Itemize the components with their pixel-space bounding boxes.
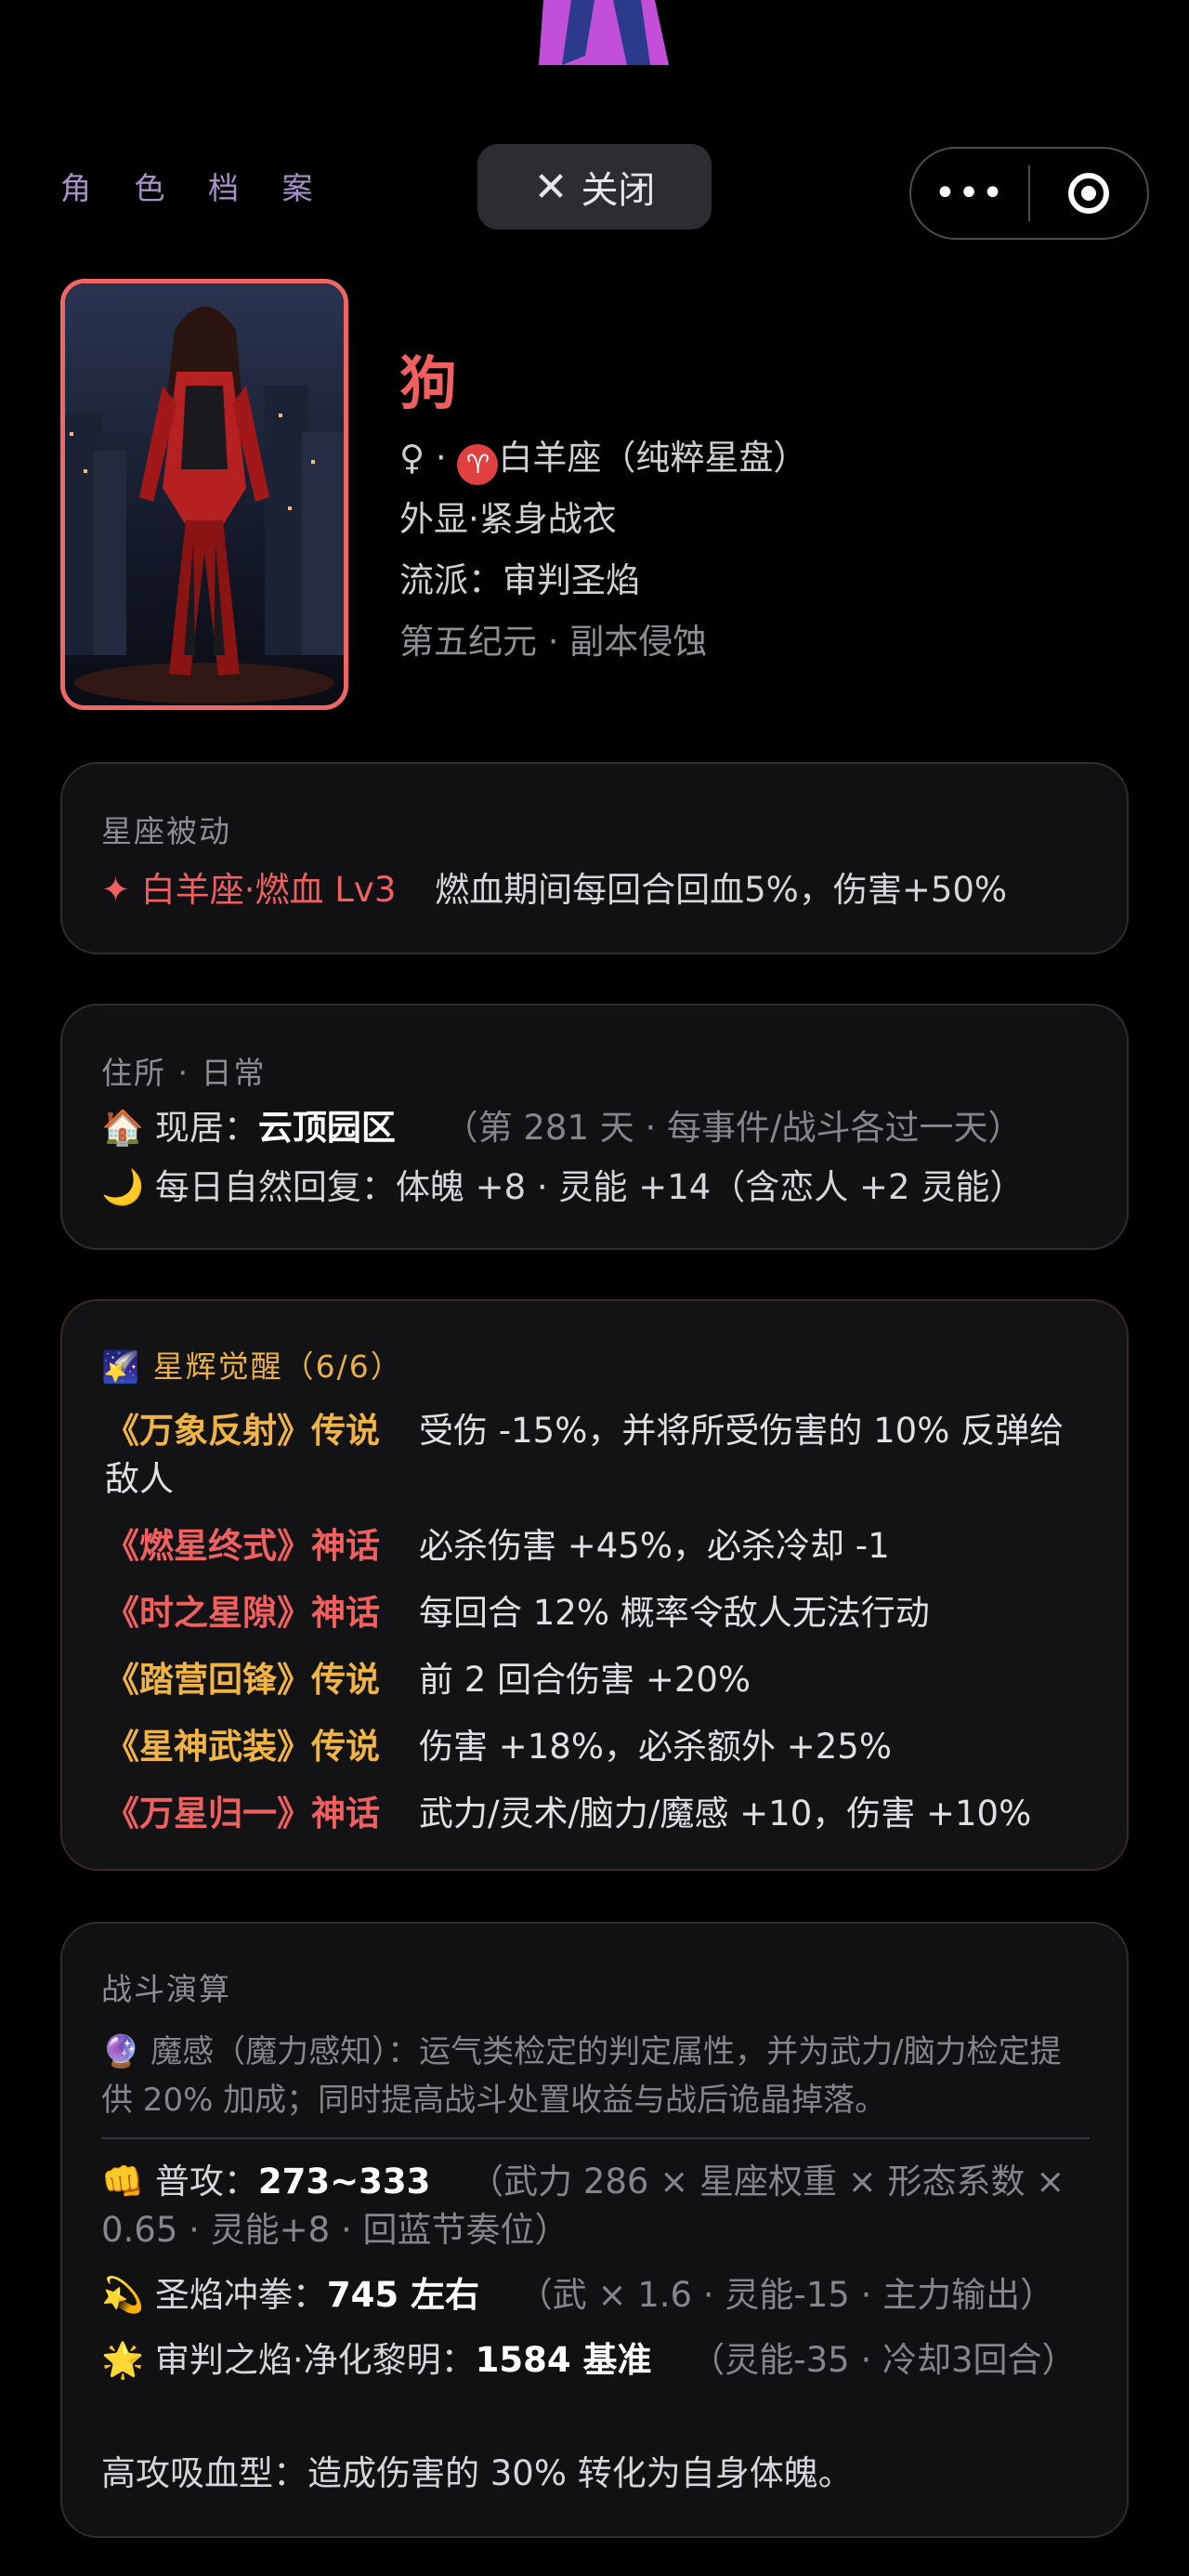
passive-desc: 燃血期间每回合回血5%，伤害+50% [435,870,1008,910]
page-title: 角 色 档 案 [60,170,330,206]
sparkle-icon: ✦ [101,870,131,910]
close-button[interactable]: ✕ 关闭 [477,144,712,230]
attack-note: （灵能-35 · 冷却3回合） [690,2340,1077,2380]
house-icon: 🏠 [101,1108,145,1148]
portrait-image [65,283,344,705]
attack-value: 745 左右 [326,2275,479,2315]
attack-line: 🌟 审判之焰·净化黎明：1584 基准 （灵能-35 · 冷却3回合） [101,2336,1091,2385]
attack-label: 圣焰冲拳： [154,2275,327,2315]
recovery-line: 🌙 每日自然回复：体魄 +8 · 灵能 +14（含恋人 +2 灵能） [101,1163,1091,1212]
awakening-item: 《星神武装》传说 伤害 +18%，必杀额外 +25% [105,1723,1090,1771]
awakening-item: 《时之星隙》神话 每回合 12% 概率令敌人无法行动 [105,1589,1090,1637]
awakening-tag: 《时之星隙》神话 [105,1593,380,1633]
star-icon: 🌟 [101,2340,145,2380]
attack-label: 普攻： [154,2162,258,2201]
target-icon [1068,173,1109,214]
magic-desc-line: 🔮 魔感（魔力感知）：运气类检定的判定属性，并为武力/脑力检定提供 20% 加成… [101,2028,1091,2124]
attack-value: 1584 基准 [475,2340,652,2380]
awakening-item: 《万星归一》神话 武力/灵术/脑力/魔感 +10，伤害 +10% [105,1790,1090,1838]
magic-desc: 魔感（魔力感知）：运气类检定的判定属性，并为武力/脑力检定提供 20% 加成；同… [101,2033,1062,2119]
more-options-button[interactable]: ••• [911,172,1028,215]
shooting-star-icon: 🌠 [101,1348,142,1385]
awakening-card: 🌠 星辉觉醒（6/6） 《万象反射》传说 受伤 -15%，并将所受伤害的 10% … [60,1299,1129,1871]
fist-icon: 👊 [101,2162,145,2201]
attack-line: 👊 普攻：273~333 （武力 286 × 星座权重 × 形态系数 × 0.6… [101,2158,1091,2254]
awakening-tag: 《踏营回锋》传说 [105,1660,380,1700]
awakening-desc: 必杀伤害 +45%，必杀冷却 -1 [419,1526,890,1566]
appearance-label: 外显·紧身战衣 [399,499,617,539]
era-label: 第五纪元 · 副本侵蚀 [399,622,708,662]
dizzy-star-icon: 💫 [101,2275,145,2315]
attack-value: 273~333 [257,2162,431,2201]
section-divider [101,2137,1090,2139]
attack-note: （武 × 1.6 · 灵能-15 · 主力输出） [517,2275,1055,2315]
battle-card: 战斗演算 🔮 魔感（魔力感知）：运气类检定的判定属性，并为武力/脑力检定提供 2… [60,1922,1129,2538]
character-portrait[interactable] [60,279,348,710]
home-label: 现居： [154,1108,258,1148]
close-label: 关闭 [581,169,656,212]
close-icon: ✕ [533,163,568,211]
awakening-title-text: 星辉觉醒（6/6） [152,1348,403,1385]
exit-button[interactable] [1030,173,1147,214]
awakening-tag: 《万星归一》神话 [105,1794,380,1833]
residence-title: 住所 · 日常 [101,1055,267,1091]
awakening-desc: 前 2 回合伤害 +20% [419,1660,751,1700]
passive-card: 星座被动 ✦ 白羊座·燃血 Lv3 燃血期间每回合回血5%，伤害+50% [60,762,1129,954]
home-note: （第 281 天 · 每事件/战斗各过一天） [443,1108,1023,1148]
passive-line: ✦ 白羊座·燃血 Lv3 燃血期间每回合回血5%，伤害+50% [101,866,1091,914]
awakening-desc: 武力/灵术/脑力/魔感 +10，伤害 +10% [419,1794,1032,1833]
awakening-tag: 《星神武装》传说 [105,1727,380,1767]
attack-line: 💫 圣焰冲拳：745 左右 （武 × 1.6 · 灵能-15 · 主力输出） [101,2271,1091,2320]
recovery-text: 每日自然回复：体魄 +8 · 灵能 +14（含恋人 +2 灵能） [154,1167,1025,1207]
zodiac-line: ♀ · ♈ 白羊座（纯粹星盘） [399,429,807,485]
attack-label: 审判之焰·净化黎明： [154,2340,476,2380]
zodiac-label: 白羊座（纯粹星盘） [498,438,808,478]
top-gem-decoration [539,0,669,65]
residence-card: 住所 · 日常 🏠 现居：云顶园区 （第 281 天 · 每事件/战斗各过一天）… [60,1004,1129,1250]
school-label: 流派：审判圣焰 [399,560,640,600]
awakening-tag: 《万象反射》传说 [105,1411,380,1451]
battle-footer: 高攻吸血型：造成伤害的 30% 转化为自身体魄。 [101,2453,853,2493]
awakening-item: 《燃星终式》神话 必杀伤害 +45%，必杀冷却 -1 [105,1522,1090,1571]
gender-symbol: ♀ [399,438,425,478]
home-value: 云顶园区 [257,1108,396,1148]
character-name: 狗 [399,349,458,417]
miniprogram-capsule: ••• [909,147,1149,240]
awakening-desc: 每回合 12% 概率令敌人无法行动 [419,1593,930,1633]
aries-icon: ♈ [457,444,499,485]
passive-name: 白羊座·燃血 Lv3 [140,870,397,910]
home-line: 🏠 现居：云顶园区 （第 281 天 · 每事件/战斗各过一天） [101,1104,1091,1152]
awakening-item: 《万象反射》传说 受伤 -15%，并将所受伤害的 10% 反弹给敌人 [105,1407,1090,1504]
awakening-desc: 伤害 +18%，必杀额外 +25% [419,1727,893,1767]
awakening-title: 🌠 星辉觉醒（6/6） [101,1342,403,1387]
awakening-tag: 《燃星终式》神话 [105,1526,380,1566]
passive-title: 星座被动 [101,813,231,849]
awakening-item: 《踏营回锋》传说前 2 回合伤害 +20% [105,1656,1090,1704]
moon-icon: 🌙 [101,1167,145,1207]
battle-title: 战斗演算 [101,1971,231,2007]
crystal-ball-icon: 🔮 [101,2033,141,2070]
